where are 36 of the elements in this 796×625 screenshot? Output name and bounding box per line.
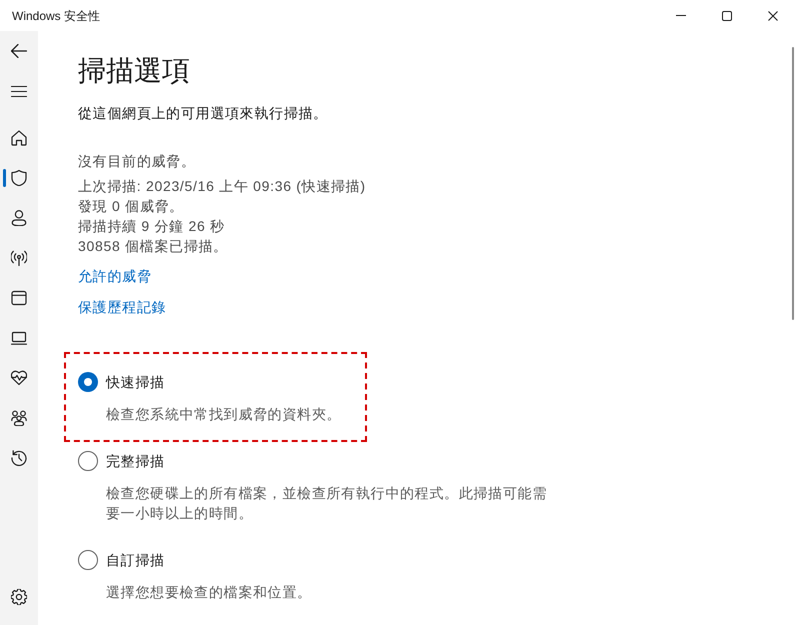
minimize-icon <box>676 15 686 16</box>
option-label[interactable]: 快速掃描 <box>106 372 165 392</box>
shield-icon <box>11 170 27 186</box>
page-title: 掃描選項 <box>78 54 190 88</box>
home-icon <box>11 130 27 146</box>
text-link[interactable]: 保護歷程記錄 <box>78 297 166 317</box>
option-label[interactable]: 自訂掃描 <box>106 550 165 570</box>
radio-button[interactable] <box>78 451 98 471</box>
antenna-icon <box>11 250 27 266</box>
heart-pulse-icon <box>11 370 27 386</box>
browser-window-icon <box>11 290 27 306</box>
radio-button[interactable] <box>78 550 98 570</box>
scan-detail: 30858 個檔案已掃描。 <box>78 237 228 256</box>
option-description: 檢查您系統中常找到威脅的資料夾。 <box>106 405 342 424</box>
arrow-left-icon <box>11 44 27 58</box>
scrollbar-thumb[interactable] <box>792 47 794 320</box>
selection-indicator <box>3 169 6 187</box>
maximize-icon <box>722 10 732 20</box>
close-icon <box>768 10 778 20</box>
settings-icon <box>11 589 27 605</box>
option-description: 檢查您硬碟上的所有檔案，並檢查所有執行中的程式。此掃描可能需要一小時以上的時間。 <box>106 484 548 523</box>
threat-status: 沒有目前的威脅。 <box>78 152 196 171</box>
clock-history-icon <box>11 450 27 466</box>
person-icon <box>11 210 27 226</box>
menu-icon <box>11 86 27 96</box>
laptop-icon <box>11 330 27 346</box>
text-link[interactable]: 允許的威脅 <box>78 266 152 286</box>
option-description: 選擇您想要檢查的檔案和位置。 <box>106 583 312 602</box>
window-title: Windows 安全性 <box>12 8 100 24</box>
people-icon <box>11 410 27 426</box>
page-description: 從這個網頁上的可用選項來執行掃描。 <box>78 104 328 123</box>
radio-button[interactable] <box>78 372 98 392</box>
scan-detail: 掃描持續 9 分鐘 26 秒 <box>78 217 225 236</box>
scan-detail: 上次掃描: 2023/5/16 上午 09:36 (快速掃描) <box>78 177 366 196</box>
scan-detail: 發現 0 個威脅。 <box>78 197 184 216</box>
option-label[interactable]: 完整掃描 <box>106 451 165 471</box>
